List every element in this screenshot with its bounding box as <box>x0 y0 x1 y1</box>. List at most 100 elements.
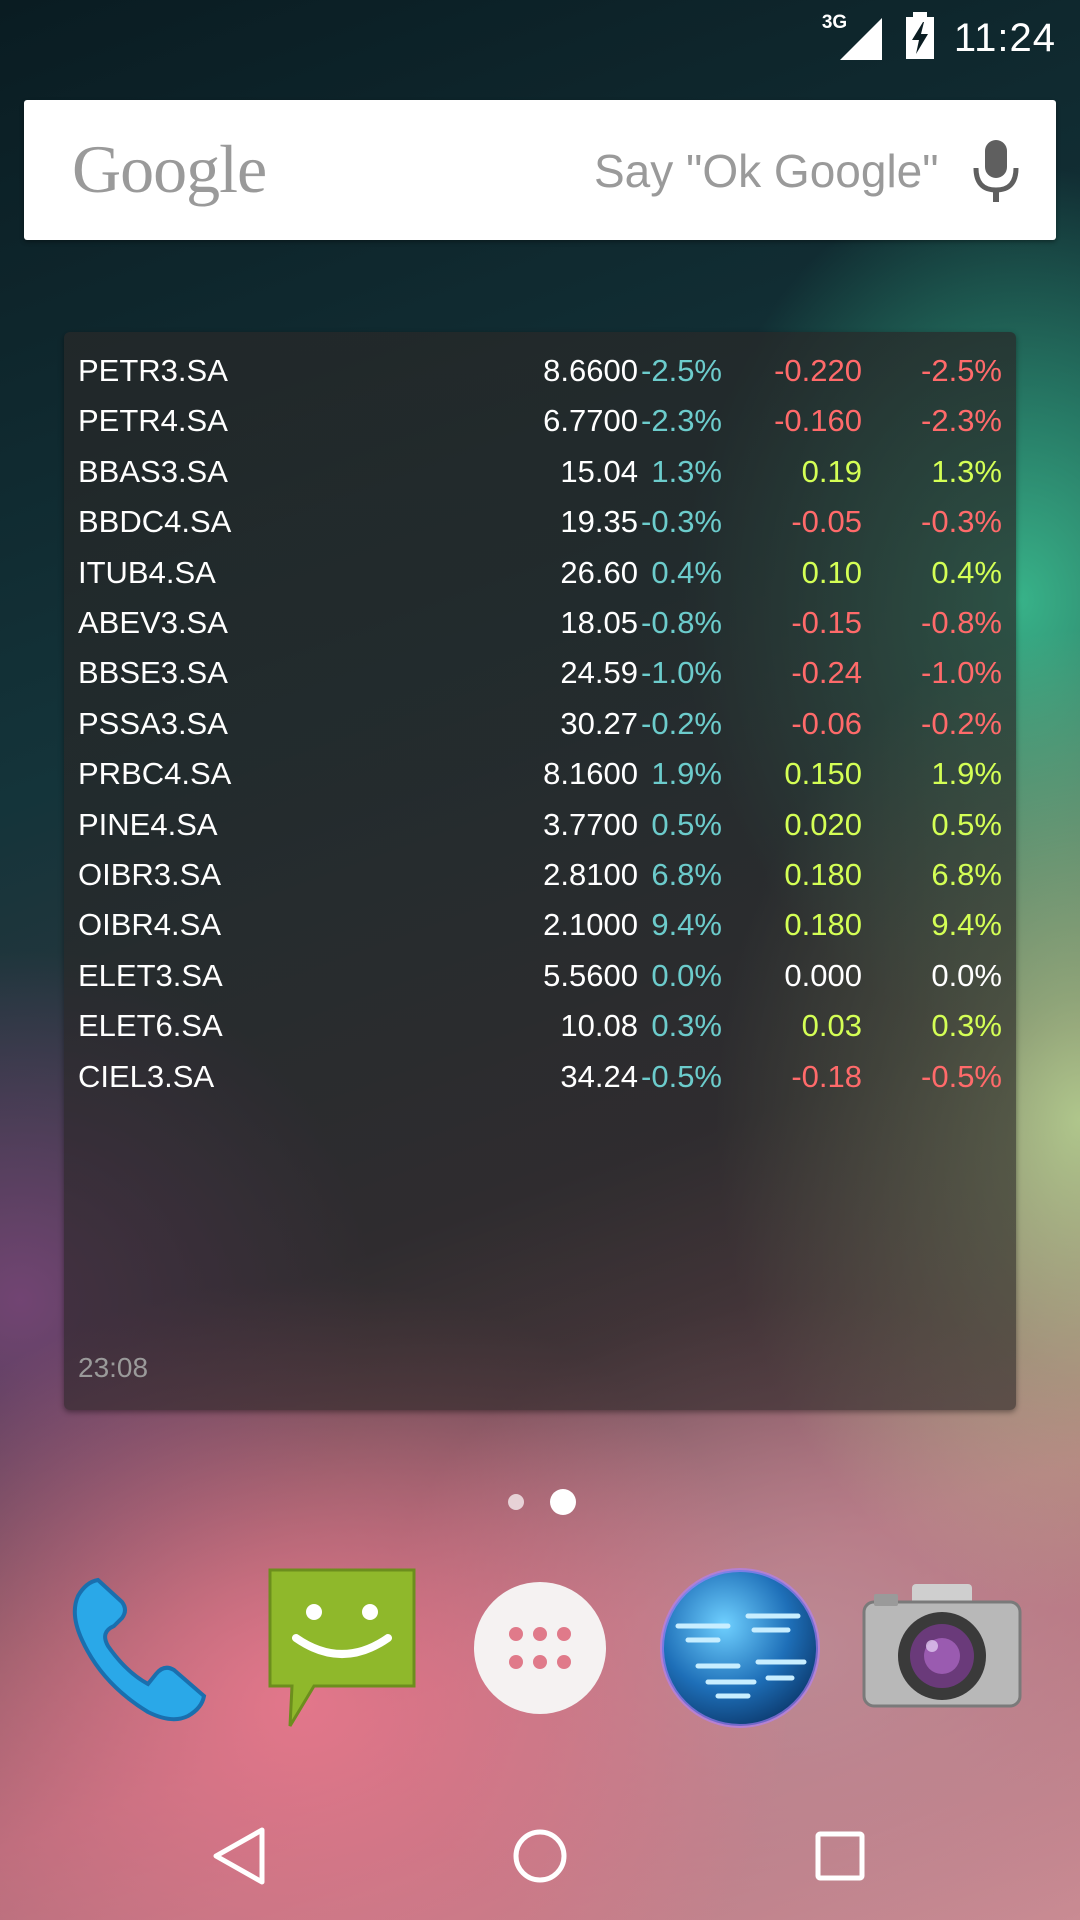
stock-change: -0.24 <box>791 655 862 691</box>
stock-price: 6.7700 <box>543 403 638 439</box>
stock-percent-change: 0.3% <box>651 1008 722 1044</box>
stock-change: -0.05 <box>791 504 862 540</box>
stock-percent-change-colored: 6.8% <box>931 857 1002 892</box>
page-indicator <box>0 1488 1080 1515</box>
stock-symbol: PETR4.SA <box>78 403 228 439</box>
messaging-icon[interactable] <box>262 1566 426 1730</box>
page-dot-1 <box>508 1494 524 1510</box>
stock-symbol: BBSE3.SA <box>78 655 228 691</box>
stock-symbol: CIEL3.SA <box>78 1058 215 1094</box>
stock-row[interactable]: ELET6.SA 10.08 0.3% 0.03 0.3% <box>64 1001 1016 1051</box>
browser-globe-icon[interactable] <box>658 1566 822 1730</box>
stock-change: -0.220 <box>774 353 862 388</box>
stock-percent-change: -0.8% <box>641 605 722 640</box>
stock-row[interactable]: BBDC4.SA 19.35 -0.3% -0.05 -0.3% <box>64 497 1016 547</box>
stock-percent-change: -0.3% <box>641 504 722 540</box>
stock-row[interactable]: CIEL3.SA 34.24 -0.5% -0.18 -0.5% <box>64 1052 1016 1102</box>
stock-change: -0.06 <box>791 705 862 741</box>
stock-symbol: ITUB4.SA <box>78 554 216 590</box>
stock-percent-change: 9.4% <box>651 907 722 943</box>
mic-icon[interactable] <box>964 136 1028 208</box>
stock-row[interactable]: BBAS3.SA 15.04 1.3% 0.19 1.3% <box>64 447 1016 497</box>
stock-row[interactable]: PSSA3.SA 30.27 -0.2% -0.06 -0.2% <box>64 699 1016 749</box>
stock-percent-change-colored: 0.5% <box>931 806 1002 842</box>
stock-symbol: PSSA3.SA <box>78 705 228 741</box>
stock-price: 10.08 <box>560 1008 638 1044</box>
stock-price: 2.1000 <box>543 907 638 943</box>
stock-price: 30.27 <box>560 705 638 741</box>
stock-price: 24.59 <box>560 655 638 691</box>
stock-percent-change-colored: 0.4% <box>931 554 1002 590</box>
stock-percent-change-colored: -2.5% <box>921 353 1002 388</box>
app-drawer-icon[interactable] <box>464 1566 628 1730</box>
stock-change: -0.18 <box>791 1058 862 1094</box>
stock-percent-change: -0.5% <box>641 1058 722 1094</box>
stock-percent-change: 0.5% <box>651 806 722 842</box>
stock-symbol: ELET3.SA <box>78 957 223 993</box>
stock-price: 8.1600 <box>543 756 638 792</box>
stock-symbol: BBDC4.SA <box>78 504 232 540</box>
stock-change: 0.150 <box>784 756 862 792</box>
home-icon[interactable] <box>504 1820 576 1892</box>
stock-row[interactable]: PRBC4.SA 8.1600 1.9% 0.150 1.9% <box>64 749 1016 799</box>
stock-change: 0.19 <box>801 453 862 489</box>
last-updated-time: 23:08 <box>78 1352 149 1383</box>
stock-symbol: OIBR3.SA <box>78 857 221 892</box>
status-icons: 3G 11:24 <box>822 11 1056 65</box>
network-type-label: 3G <box>821 12 848 33</box>
stock-row[interactable]: BBSE3.SA 24.59 -1.0% -0.24 -1.0% <box>64 648 1016 698</box>
stock-row[interactable]: PINE4.SA 3.7700 0.5% 0.020 0.5% <box>64 800 1016 850</box>
stock-percent-change: 1.9% <box>651 756 722 792</box>
stock-price: 2.8100 <box>543 857 638 892</box>
stock-percent-change-colored: -0.3% <box>921 504 1002 540</box>
stock-change: -0.15 <box>791 605 862 640</box>
battery-charging-icon <box>904 11 936 65</box>
stock-percent-change-colored: 1.3% <box>931 453 1002 489</box>
stock-row[interactable]: ABEV3.SA 18.05 -0.8% -0.15 -0.8% <box>64 598 1016 648</box>
status-bar: 3G 11:24 <box>0 0 1080 75</box>
stock-price: 15.04 <box>560 453 638 489</box>
phone-icon[interactable] <box>56 1566 220 1730</box>
stock-price: 19.35 <box>560 504 638 540</box>
stock-percent-change-colored: -0.5% <box>921 1058 1002 1094</box>
stock-row[interactable]: ELET3.SA 5.5600 0.0% 0.000 0.0% <box>64 951 1016 1001</box>
navigation-bar <box>0 1790 1080 1920</box>
stock-percent-change: -1.0% <box>641 655 722 691</box>
camera-icon[interactable] <box>860 1566 1024 1730</box>
stock-row[interactable]: ITUB4.SA 26.60 0.4% 0.10 0.4% <box>64 548 1016 598</box>
stock-percent-change-colored: 0.0% <box>931 957 1002 993</box>
google-logo: Google <box>72 131 267 207</box>
status-clock: 11:24 <box>953 15 1056 60</box>
stock-symbol: ELET6.SA <box>78 1008 223 1044</box>
stock-row[interactable]: PETR4.SA 6.7700 -2.3% -0.160 -2.3% <box>64 396 1016 446</box>
stock-price: 3.7700 <box>543 806 638 842</box>
voice-hint-text[interactable]: Say "Ok Google" <box>594 144 939 198</box>
stock-change: -0.160 <box>774 403 862 439</box>
stock-symbol: PETR3.SA <box>78 353 228 388</box>
stock-change: 0.000 <box>784 957 862 993</box>
stock-price: 34.24 <box>560 1058 638 1094</box>
stock-row[interactable]: OIBR3.SA 2.8100 6.8% 0.180 6.8% <box>64 850 1016 900</box>
stock-symbol: PRBC4.SA <box>78 756 232 792</box>
stock-percent-change: -2.5% <box>641 353 722 388</box>
stock-change: 0.03 <box>801 1008 862 1044</box>
stock-percent-change-colored: -1.0% <box>921 655 1002 691</box>
back-icon[interactable] <box>204 1820 276 1892</box>
stock-percent-change: -2.3% <box>641 403 722 439</box>
google-search-bar[interactable]: Google Say "Ok Google" <box>24 100 1056 240</box>
recents-icon[interactable] <box>804 1820 876 1892</box>
stock-percent-change-colored: -2.3% <box>921 403 1002 439</box>
stock-price: 8.6600 <box>543 353 638 388</box>
stock-percent-change: 6.8% <box>651 857 722 892</box>
stock-row[interactable]: OIBR4.SA 2.1000 9.4% 0.180 9.4% <box>64 900 1016 950</box>
stock-symbol: PINE4.SA <box>78 806 218 842</box>
stock-change: 0.10 <box>801 554 862 590</box>
stock-symbol: OIBR4.SA <box>78 907 221 943</box>
stock-percent-change-colored: 1.9% <box>931 756 1002 792</box>
stock-price: 26.60 <box>560 554 638 590</box>
stock-quotes-widget[interactable]: PETR3.SA 8.6600 -2.5% -0.220 -2.5% PETR4.SA 6.… <box>64 332 1016 1410</box>
stock-symbol: ABEV3.SA <box>78 605 228 640</box>
stock-price: 18.05 <box>560 605 638 640</box>
stock-row[interactable]: PETR3.SA 8.6600 -2.5% -0.220 -2.5% <box>64 346 1016 396</box>
stock-percent-change: 1.3% <box>651 453 722 489</box>
